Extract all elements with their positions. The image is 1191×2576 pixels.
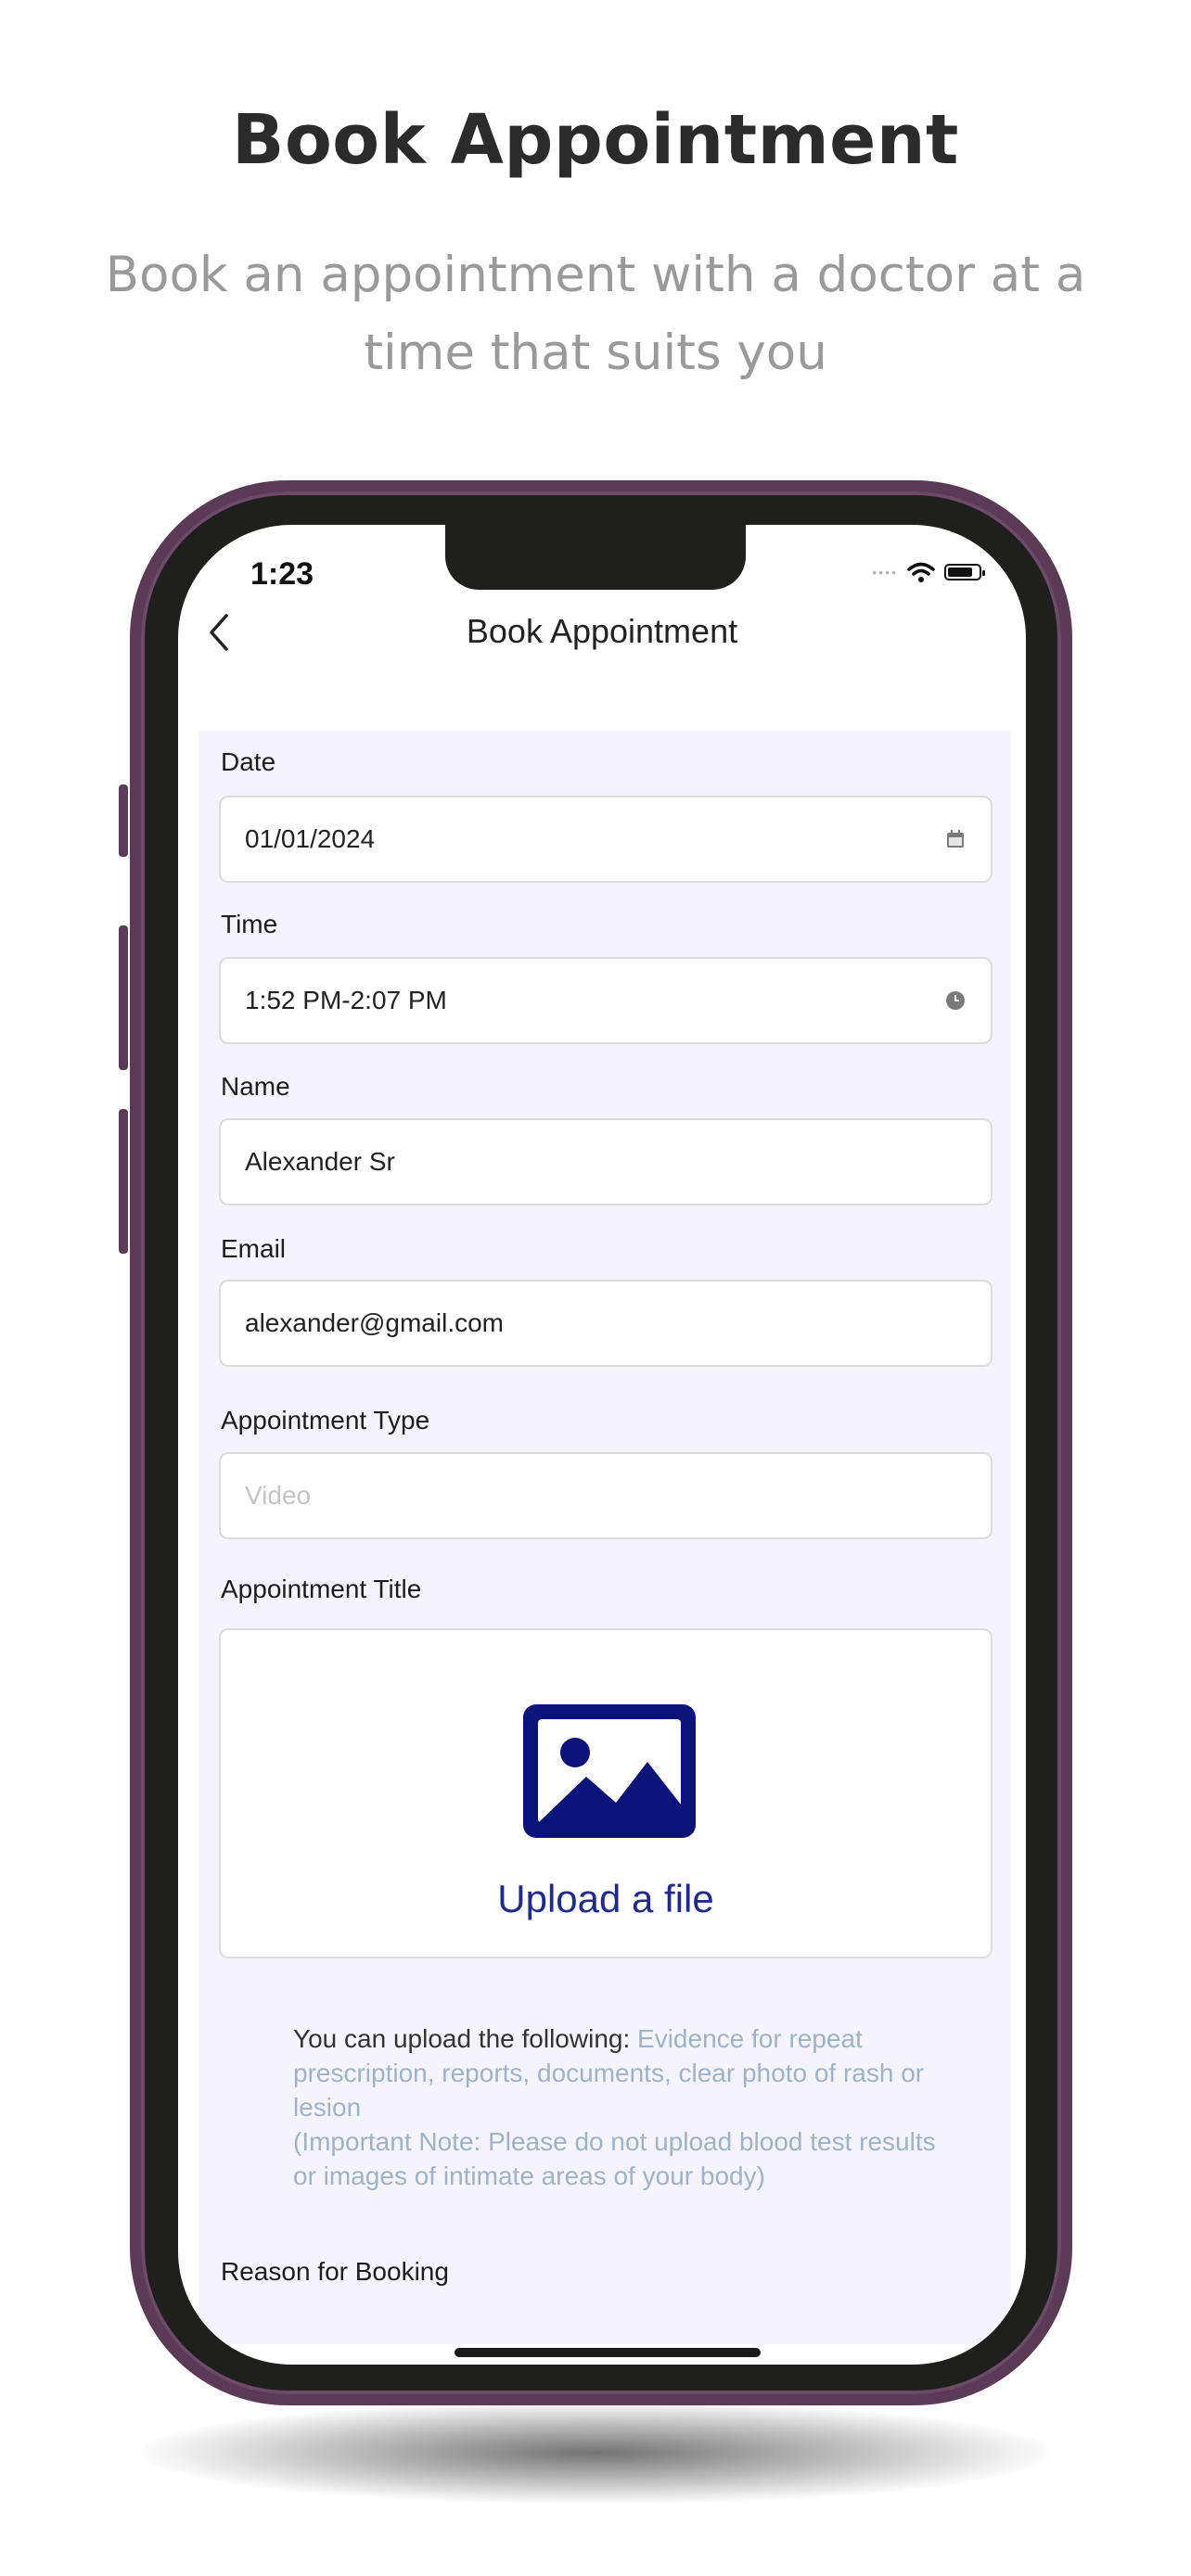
image-icon xyxy=(523,1704,696,1838)
status-icons: •••• xyxy=(872,560,985,584)
promo-title: Book Appointment xyxy=(232,100,959,180)
calendar-icon[interactable] xyxy=(944,828,967,850)
promo-subtitle: Book an appointment with a doctor at a t… xyxy=(105,247,1086,381)
time-field[interactable]: 1:52 PM-2:07 PM xyxy=(219,957,992,1044)
reason-label: Reason for Booking xyxy=(221,2257,449,2286)
time-value: 1:52 PM-2:07 PM xyxy=(245,986,447,1014)
upload-dropzone[interactable]: Upload a file xyxy=(219,1628,992,1958)
time-label: Time xyxy=(221,910,278,938)
nav-title: Book Appointment xyxy=(466,612,738,650)
upload-hint: You can upload the following: Evidence f… xyxy=(293,2021,961,2193)
name-value: Alexander Sr xyxy=(245,1147,395,1176)
appointment-type-label: Appointment Type xyxy=(221,1406,430,1435)
clock-icon[interactable] xyxy=(944,989,967,1012)
upload-hint-note: (Important Note: Please do not upload bl… xyxy=(293,2127,936,2190)
date-field[interactable]: 01/01/2024 xyxy=(219,796,992,883)
phone-shadow xyxy=(139,2402,1052,2504)
upload-file-label[interactable]: Upload a file xyxy=(221,1877,991,1921)
phone-notch xyxy=(445,525,746,590)
wifi-icon xyxy=(907,562,935,582)
phone-screen: 1:23 •••• Book Appointment Date 01/01/20… xyxy=(178,525,1026,2365)
home-indicator[interactable] xyxy=(455,2348,761,2357)
email-label: Email xyxy=(221,1234,287,1263)
battery-icon xyxy=(944,564,985,580)
signal-icon: •••• xyxy=(872,565,898,580)
appointment-type-field[interactable]: Video xyxy=(219,1452,992,1539)
status-time: 1:23 xyxy=(250,556,314,592)
email-value: alexander@gmail.com xyxy=(245,1308,504,1337)
name-field[interactable]: Alexander Sr xyxy=(219,1118,992,1205)
phone-volume-up xyxy=(119,925,128,1070)
date-label: Date xyxy=(221,747,276,776)
email-field[interactable]: alexander@gmail.com xyxy=(219,1280,992,1367)
appointment-title-label: Appointment Title xyxy=(221,1575,422,1603)
name-label: Name xyxy=(221,1072,290,1101)
appointment-type-placeholder: Video xyxy=(245,1481,312,1510)
phone-mute-switch xyxy=(119,784,128,857)
upload-hint-lead: You can upload the following: xyxy=(293,2024,638,2053)
date-value: 01/01/2024 xyxy=(245,824,376,853)
phone-volume-down xyxy=(119,1109,128,1254)
